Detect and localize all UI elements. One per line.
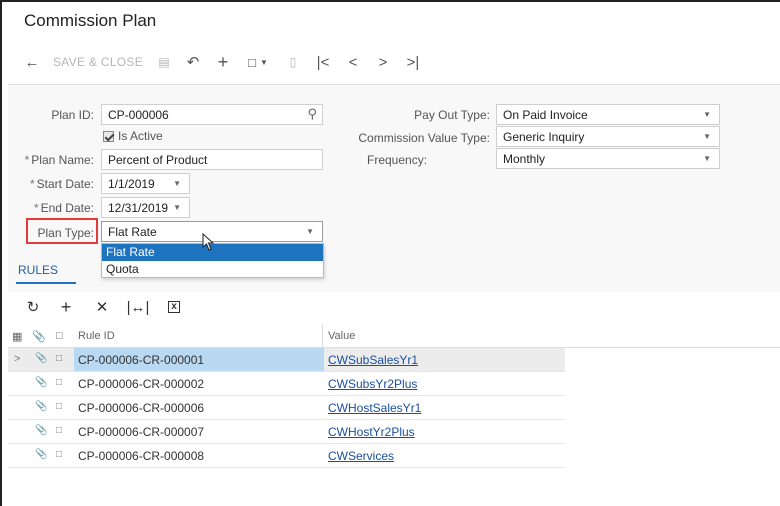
commission-value-type-select[interactable]: Generic Inquiry ▼ (496, 126, 720, 147)
plan-name-label-text: Plan Name: (31, 153, 94, 167)
checkbox-checked-icon[interactable] (103, 130, 114, 142)
previous-record-icon[interactable]: < (338, 49, 368, 75)
pay-out-type-label: Pay Out Type: (414, 108, 490, 122)
note-icon[interactable]: □ (56, 401, 62, 412)
attachment-icon[interactable]: 📎 (35, 401, 47, 412)
value-link[interactable]: CWHostYr2Plus (328, 425, 415, 439)
save-icon[interactable]: ▤ (150, 49, 178, 75)
rule-id-cell[interactable]: CP-000006-CR-000002 (78, 377, 204, 391)
column-separator (322, 324, 323, 348)
pay-out-type-value: On Paid Invoice (503, 108, 588, 122)
tab-active-indicator (16, 282, 76, 284)
column-header-value[interactable]: Value (328, 330, 355, 342)
copy-icon[interactable]: □ ▼ (238, 49, 278, 75)
frequency-select[interactable]: Monthly ▼ (496, 148, 720, 169)
save-close-button[interactable]: SAVE & CLOSE (46, 49, 150, 75)
frequency-label: Frequency: (367, 153, 428, 167)
back-arrow-icon[interactable]: ← (18, 49, 46, 75)
rule-id-cell[interactable]: CP-000006-CR-000007 (78, 425, 204, 439)
tab-rules[interactable]: RULES (18, 263, 58, 277)
refresh-icon[interactable]: ↻ (18, 296, 48, 318)
main-toolbar: ← SAVE & CLOSE ▤ ↶ + □ ▼ ▯ |< < > >| (18, 48, 428, 76)
row-pointer-icon: > (14, 353, 21, 365)
start-date-label: * Start Date: (12, 177, 94, 191)
table-row[interactable]: 📎 □ CP-000006-CR-000007 CWHostYr2Plus (8, 420, 565, 444)
plan-id-value: CP-000006 (108, 108, 169, 122)
commission-value-type-value: Generic Inquiry (503, 130, 585, 144)
is-active-checkbox[interactable]: Is Active (103, 129, 163, 143)
undo-icon[interactable]: ↶ (178, 49, 208, 75)
table-row[interactable]: > 📎 □ CP-000006-CR-000001 CWSubSalesYr1 (8, 348, 565, 372)
plan-type-value: Flat Rate (108, 225, 157, 239)
rule-id-cell[interactable]: CP-000006-CR-000008 (78, 449, 204, 463)
chevron-down-icon[interactable]: ▼ (306, 227, 314, 236)
delete-icon[interactable]: ▯ (278, 49, 308, 75)
export-excel-icon[interactable]: x (156, 296, 192, 318)
grid-toolbar: ↻ + ✕ |↔| x (18, 296, 192, 318)
rule-id-cell[interactable]: CP-000006-CR-000006 (78, 401, 204, 415)
attachment-header-icon: 📎 (32, 331, 46, 343)
dropdown-option-quota[interactable]: Quota (102, 261, 323, 278)
next-record-icon[interactable]: > (368, 49, 398, 75)
start-date-field[interactable]: 1/1/2019 ▼ (101, 173, 190, 194)
note-icon[interactable]: □ (56, 377, 62, 388)
end-date-label-text: End Date: (40, 201, 94, 215)
table-row[interactable]: 📎 □ CP-000006-CR-000006 CWHostSalesYr1 (8, 396, 565, 420)
plan-name-value: Percent of Product (108, 153, 208, 167)
value-link[interactable]: CWSubsYr2Plus (328, 377, 417, 391)
fit-to-screen-icon[interactable]: |↔| (120, 296, 156, 318)
value-link[interactable]: CWServices (328, 449, 394, 463)
chevron-down-icon[interactable]: ▼ (703, 154, 711, 163)
chevron-down-icon[interactable]: ▼ (703, 110, 711, 119)
rule-id-cell[interactable]: CP-000006-CR-000001 (78, 353, 204, 367)
note-header-icon: □ (56, 330, 63, 342)
search-icon[interactable]: ⚲ (307, 106, 317, 122)
start-date-value: 1/1/2019 (108, 177, 155, 191)
chevron-down-icon[interactable]: ▼ (173, 203, 181, 212)
value-link[interactable]: CWHostSalesYr1 (328, 401, 421, 415)
delete-row-icon[interactable]: ✕ (84, 296, 120, 318)
attachment-icon[interactable]: 📎 (35, 425, 47, 436)
required-marker: * (29, 177, 35, 191)
plan-name-field[interactable]: Percent of Product (101, 149, 323, 170)
mouse-cursor-icon (202, 232, 216, 254)
plan-id-label: Plan ID: (51, 108, 94, 122)
table-row[interactable]: 📎 □ CP-000006-CR-000008 CWServices (8, 444, 565, 468)
attachment-icon[interactable]: 📎 (35, 449, 47, 460)
value-link[interactable]: CWSubSalesYr1 (328, 353, 418, 367)
grid-header: ▦ 📎 □ Rule ID Value (8, 324, 780, 348)
required-marker: * (33, 201, 39, 215)
chevron-down-icon[interactable]: ▼ (173, 179, 181, 188)
end-date-value: 12/31/2019 (108, 201, 169, 215)
note-icon[interactable]: □ (56, 449, 62, 460)
plan-type-label: Plan Type: (37, 226, 94, 240)
end-date-field[interactable]: 12/31/2019 ▼ (101, 197, 190, 218)
chevron-down-icon[interactable]: ▼ (703, 132, 711, 141)
table-row[interactable]: 📎 □ CP-000006-CR-000002 CWSubsYr2Plus (8, 372, 565, 396)
frequency-value: Monthly (503, 152, 546, 166)
end-date-label: * End Date: (12, 201, 94, 215)
attachment-icon[interactable]: 📎 (35, 353, 47, 364)
plan-name-label: * Plan Name: (12, 153, 94, 167)
note-icon[interactable]: □ (56, 353, 62, 364)
add-row-icon[interactable]: + (48, 296, 84, 318)
required-marker: * (24, 153, 30, 167)
first-record-icon[interactable]: |< (308, 49, 338, 75)
attachment-icon[interactable]: 📎 (35, 377, 47, 388)
page-title: Commission Plan (24, 11, 157, 30)
plan-id-field[interactable]: CP-000006 ⚲ (101, 104, 323, 125)
add-icon[interactable]: + (208, 49, 238, 75)
start-date-label-text: Start Date: (36, 177, 94, 191)
commission-value-type-label: Commission Value Type: (358, 131, 490, 145)
note-icon[interactable]: □ (56, 425, 62, 436)
row-selector-header-icon[interactable]: ▦ (12, 330, 22, 343)
last-record-icon[interactable]: >| (398, 49, 428, 75)
is-active-label: Is Active (118, 129, 163, 143)
chevron-down-icon: ▼ (259, 57, 268, 67)
column-header-rule-id[interactable]: Rule ID (78, 330, 115, 342)
pay-out-type-select[interactable]: On Paid Invoice ▼ (496, 104, 720, 125)
